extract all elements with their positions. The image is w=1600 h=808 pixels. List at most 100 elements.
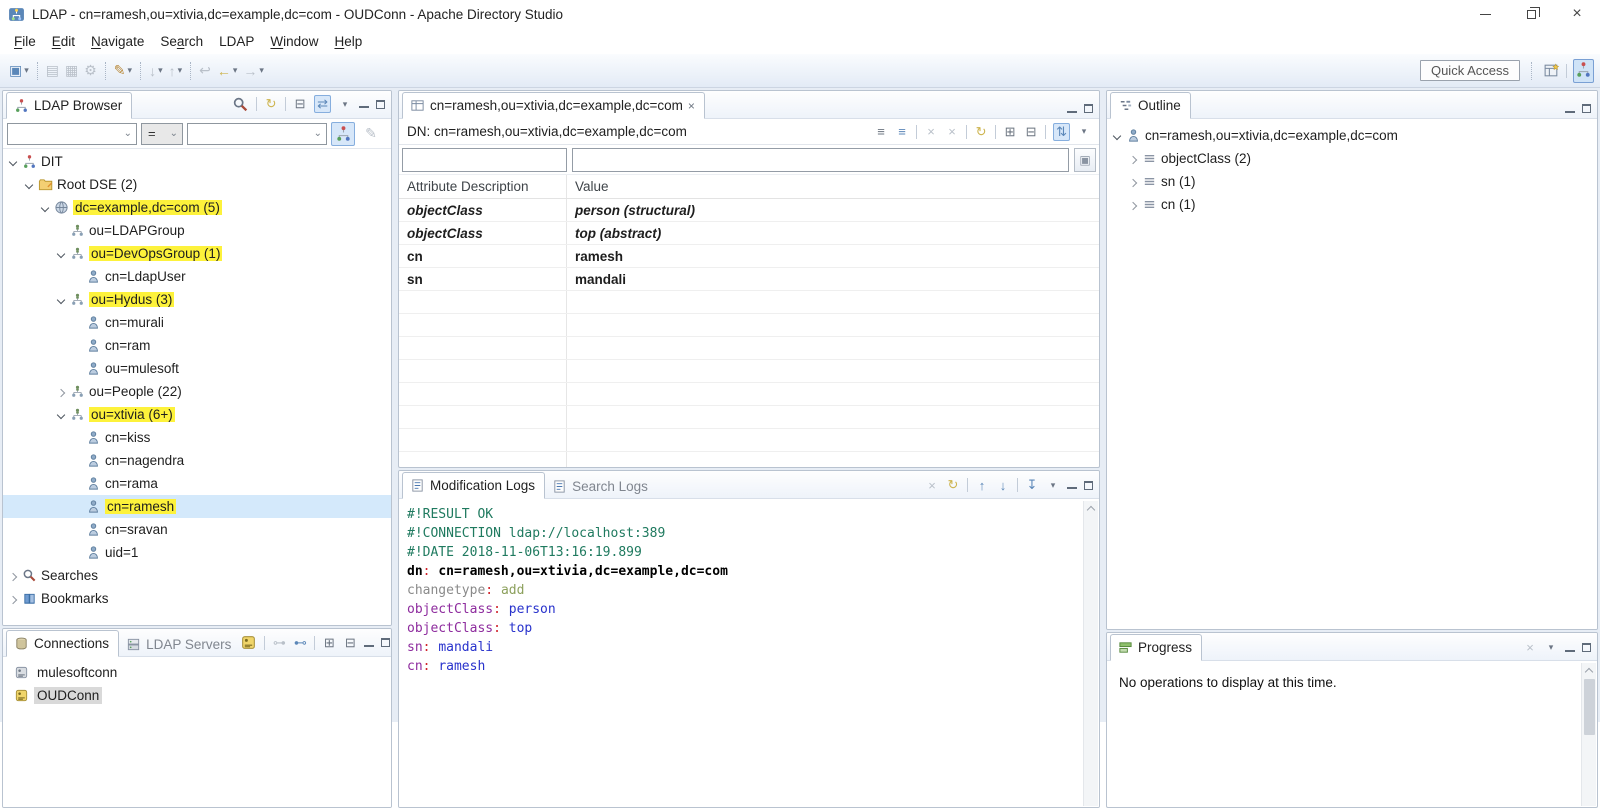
tab-ldap-servers[interactable]: LDAP Servers bbox=[119, 632, 240, 657]
tree-caret-icon[interactable] bbox=[1125, 201, 1141, 209]
ldap-perspective-button[interactable] bbox=[1573, 59, 1594, 83]
clear-filter-button[interactable]: ▣ bbox=[1074, 148, 1096, 172]
view-menu-icon[interactable]: ▾ bbox=[338, 99, 352, 110]
tree-item-sn-1[interactable]: sn (1) bbox=[1107, 170, 1597, 193]
remove-finished-icon[interactable]: × bbox=[1523, 640, 1537, 655]
forward-history-button[interactable]: →▾ bbox=[240, 61, 267, 81]
tree-item-ou-people-22[interactable]: ou=People (22) bbox=[3, 380, 391, 403]
collapse-all-icon[interactable]: ⊟ bbox=[343, 635, 357, 651]
close-window-button[interactable]: × bbox=[1554, 0, 1600, 28]
clear-log-icon[interactable]: × bbox=[925, 478, 939, 493]
tree-caret-icon[interactable] bbox=[1125, 178, 1141, 186]
tree-item-cn-ram[interactable]: cn=ram bbox=[3, 334, 391, 357]
search-button[interactable]: ✎▾ bbox=[111, 60, 135, 81]
dropdown-caret-icon[interactable]: ▾ bbox=[158, 65, 163, 76]
newer-logs-icon[interactable]: ↓ bbox=[996, 478, 1010, 493]
save-button[interactable]: ▤ bbox=[43, 60, 62, 81]
minimize-view-icon[interactable] bbox=[364, 645, 374, 647]
tree-item-ou-xtivia-6[interactable]: ou=xtivia (6+) bbox=[3, 403, 391, 426]
menu-help[interactable]: Help bbox=[326, 31, 370, 52]
empty-row[interactable] bbox=[399, 314, 1099, 337]
filter-attribute-combo[interactable]: ⌄ bbox=[7, 123, 137, 145]
refresh-icon[interactable]: ↻ bbox=[946, 477, 960, 493]
tree-item-cn-murali[interactable]: cn=murali bbox=[3, 311, 391, 334]
menu-search[interactable]: Search bbox=[152, 31, 211, 52]
view-menu-icon[interactable]: ▾ bbox=[1077, 126, 1091, 137]
empty-row[interactable] bbox=[399, 291, 1099, 314]
attribute-filter-input[interactable] bbox=[402, 148, 567, 172]
view-menu-icon[interactable]: ▾ bbox=[1046, 480, 1060, 491]
dropdown-caret-icon[interactable]: ▾ bbox=[128, 65, 133, 76]
minimize-editor-icon[interactable] bbox=[1067, 111, 1077, 113]
filter-value-combo[interactable]: ⌄ bbox=[187, 123, 327, 145]
expand-all-icon[interactable]: ⊞ bbox=[322, 635, 336, 651]
empty-row[interactable] bbox=[399, 406, 1099, 429]
column-value[interactable]: Value bbox=[567, 175, 1099, 198]
tree-caret-icon[interactable] bbox=[21, 182, 37, 188]
maximize-view-icon[interactable] bbox=[381, 638, 390, 647]
dropdown-caret-icon[interactable]: ▾ bbox=[24, 65, 29, 76]
delete-all-values-icon[interactable]: × bbox=[945, 124, 959, 139]
tree-item-searches[interactable]: Searches bbox=[3, 564, 391, 587]
preferences-button[interactable]: ⚙ bbox=[81, 60, 100, 81]
tree-caret-icon[interactable] bbox=[37, 205, 53, 211]
view-menu-icon[interactable]: ▾ bbox=[1544, 642, 1558, 653]
tree-item-ou-ldapgroup[interactable]: ou=LDAPGroup bbox=[3, 219, 391, 242]
collapse-all-icon[interactable]: ⊟ bbox=[1024, 124, 1038, 140]
tab-progress[interactable]: Progress bbox=[1110, 634, 1202, 661]
tab-ldap-browser[interactable]: LDAP Browser bbox=[6, 92, 132, 119]
table-header[interactable]: Attribute Description Value bbox=[399, 175, 1099, 199]
connection-item-oudconn[interactable]: OUDConn bbox=[3, 684, 391, 707]
restore-window-button[interactable] bbox=[1508, 0, 1554, 28]
last-edit-button[interactable]: ↩ bbox=[196, 60, 214, 81]
tab-search-logs[interactable]: Search Logs bbox=[545, 474, 657, 499]
tree-item-cn-kiss[interactable]: cn=kiss bbox=[3, 426, 391, 449]
filter-operator-combo[interactable]: =⌄ bbox=[141, 123, 183, 145]
quick-access-button[interactable]: Quick Access bbox=[1420, 60, 1520, 81]
dropdown-caret-icon[interactable]: ▾ bbox=[233, 65, 238, 76]
empty-row[interactable] bbox=[399, 383, 1099, 406]
dropdown-caret-icon[interactable]: ▾ bbox=[259, 65, 264, 76]
log-scrollbar[interactable] bbox=[1083, 501, 1098, 806]
attribute-row-objectclass[interactable]: objectClasstop (abstract) bbox=[399, 222, 1099, 245]
tab-entry-editor[interactable]: cn=ramesh,ou=xtivia,dc=example,dc=com × bbox=[402, 92, 705, 119]
tree-item-bookmarks[interactable]: Bookmarks bbox=[3, 587, 391, 610]
next-annotation-button[interactable]: ↓▾ bbox=[146, 61, 166, 81]
menu-edit[interactable]: Edit bbox=[44, 31, 83, 52]
empty-row[interactable] bbox=[399, 452, 1099, 468]
older-logs-icon[interactable]: ↑ bbox=[975, 478, 989, 493]
open-perspective-icon[interactable] bbox=[1543, 62, 1560, 79]
maximize-view-icon[interactable] bbox=[376, 100, 385, 109]
dropdown-caret-icon[interactable]: ▾ bbox=[178, 65, 183, 76]
tree-item-dc-example-dc-com-5[interactable]: dc=example,dc=com (5) bbox=[3, 196, 391, 219]
tree-item-ou-hydus-3[interactable]: ou=Hydus (3) bbox=[3, 288, 391, 311]
quick-filter-icon[interactable]: ⇅ bbox=[1053, 123, 1070, 141]
close-tab-icon[interactable]: × bbox=[688, 99, 695, 113]
minimize-view-icon[interactable] bbox=[1067, 487, 1077, 489]
expand-all-icon[interactable]: ⊞ bbox=[1003, 124, 1017, 140]
filter-apply-button[interactable] bbox=[331, 122, 355, 146]
tree-item-root-dse-2[interactable]: Root DSE (2) bbox=[3, 173, 391, 196]
tree-item-cn-nagendra[interactable]: cn=nagendra bbox=[3, 449, 391, 472]
disconnect-icon[interactable]: ⊷ bbox=[293, 635, 307, 651]
tree-item-cn-sravan[interactable]: cn=sravan bbox=[3, 518, 391, 541]
attribute-row-cn[interactable]: cnramesh bbox=[399, 245, 1099, 268]
filter-clear-button[interactable]: ✎ bbox=[359, 122, 383, 146]
new-attribute-icon[interactable]: ≡ bbox=[895, 124, 909, 139]
tree-caret-icon[interactable] bbox=[53, 251, 69, 257]
tree-item-ou-devopsgroup-1[interactable]: ou=DevOpsGroup (1) bbox=[3, 242, 391, 265]
tree-item-cn-ramesh[interactable]: cn=ramesh bbox=[3, 495, 391, 518]
menu-ldap[interactable]: LDAP bbox=[211, 31, 262, 52]
export-log-icon[interactable]: ↧ bbox=[1025, 477, 1039, 493]
delete-value-icon[interactable]: × bbox=[924, 124, 938, 139]
minimize-view-icon[interactable] bbox=[359, 106, 369, 108]
tree-caret-icon[interactable] bbox=[5, 159, 21, 165]
tree-item-cn-1[interactable]: cn (1) bbox=[1107, 193, 1597, 216]
print-button[interactable]: ▦ bbox=[62, 60, 81, 81]
tree-caret-icon[interactable] bbox=[1125, 155, 1141, 163]
attribute-row-objectclass[interactable]: objectClassperson (structural) bbox=[399, 199, 1099, 222]
log-text[interactable]: #!RESULT OK#!CONNECTION ldap://localhost… bbox=[399, 500, 1099, 807]
tab-outline[interactable]: Outline bbox=[1110, 92, 1191, 119]
minimize-window-button[interactable] bbox=[1462, 0, 1508, 28]
maximize-view-icon[interactable] bbox=[1084, 481, 1093, 490]
